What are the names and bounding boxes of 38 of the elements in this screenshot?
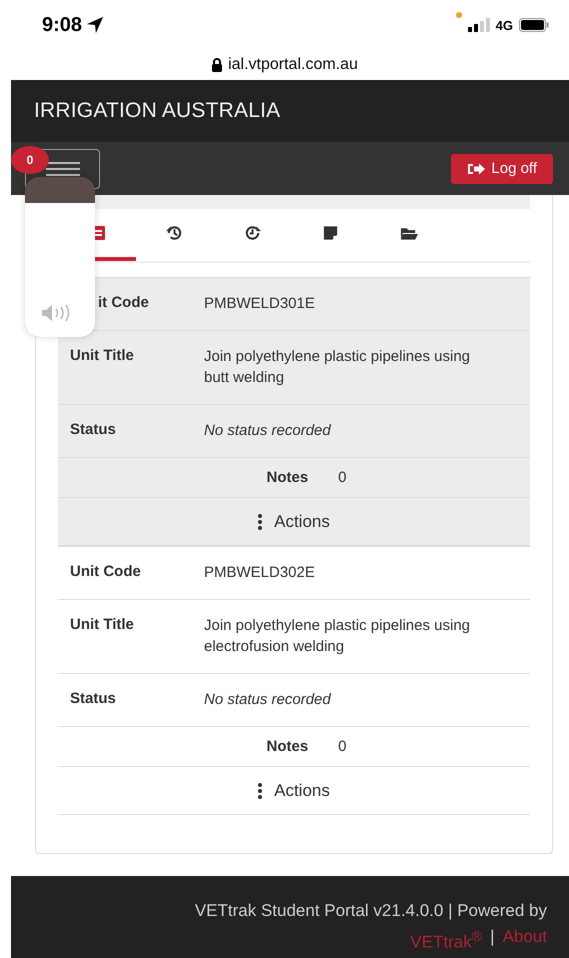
notes-count: 0 [338,737,347,757]
notes-label: Notes [265,468,308,488]
footer-text: VETtrak Student Portal v21.4.0.0 | Powered by [194,900,547,922]
field-value: PMBWELD302E [204,563,316,583]
battery-icon [519,18,549,32]
sign-out-icon [467,162,486,176]
field-label: Unit Title [70,615,135,635]
field-value: Join polyethylene plastic pipelines using butt welding [204,347,472,388]
vertical-dots-icon [258,783,262,799]
notes-label: Notes [265,737,308,757]
notification-badge: 0 [11,146,49,174]
url-text[interactable]: ial.vtportal.com.au [228,56,358,74]
field-label: Unit Title [70,346,135,366]
history-icon [166,224,184,242]
notes-count: 0 [338,468,347,488]
site-title[interactable]: IRRIGATION AUSTRALIA [34,99,280,123]
signal-icon [468,18,490,32]
clock-redo-icon [244,224,262,242]
vertical-dots-icon [258,514,262,530]
recording-dot-icon [456,12,462,18]
actions-button[interactable]: Actions [258,507,330,537]
lock-icon [211,58,224,72]
field-value: PMBWELD301E [204,294,316,314]
location-arrow-icon [86,16,104,34]
field-value: Join polyethylene plastic pipelines using electrofusion welding [204,616,472,657]
sticky-note-icon [322,224,340,242]
menu-icon [46,162,80,176]
field-label: Status [70,689,117,709]
log-off-button[interactable]: Log off [451,154,553,184]
field-value: No status recorded [204,421,332,441]
separator-text: | [490,926,495,948]
actions-button[interactable]: Actions [258,776,330,806]
field-label: Status [70,420,117,440]
field-value: No status recorded [204,690,332,710]
network-label: 4G [496,18,513,32]
clock-time: 9:08 [42,14,82,36]
field-label: Unit Code [70,562,142,582]
field-label: it Code [98,293,150,313]
